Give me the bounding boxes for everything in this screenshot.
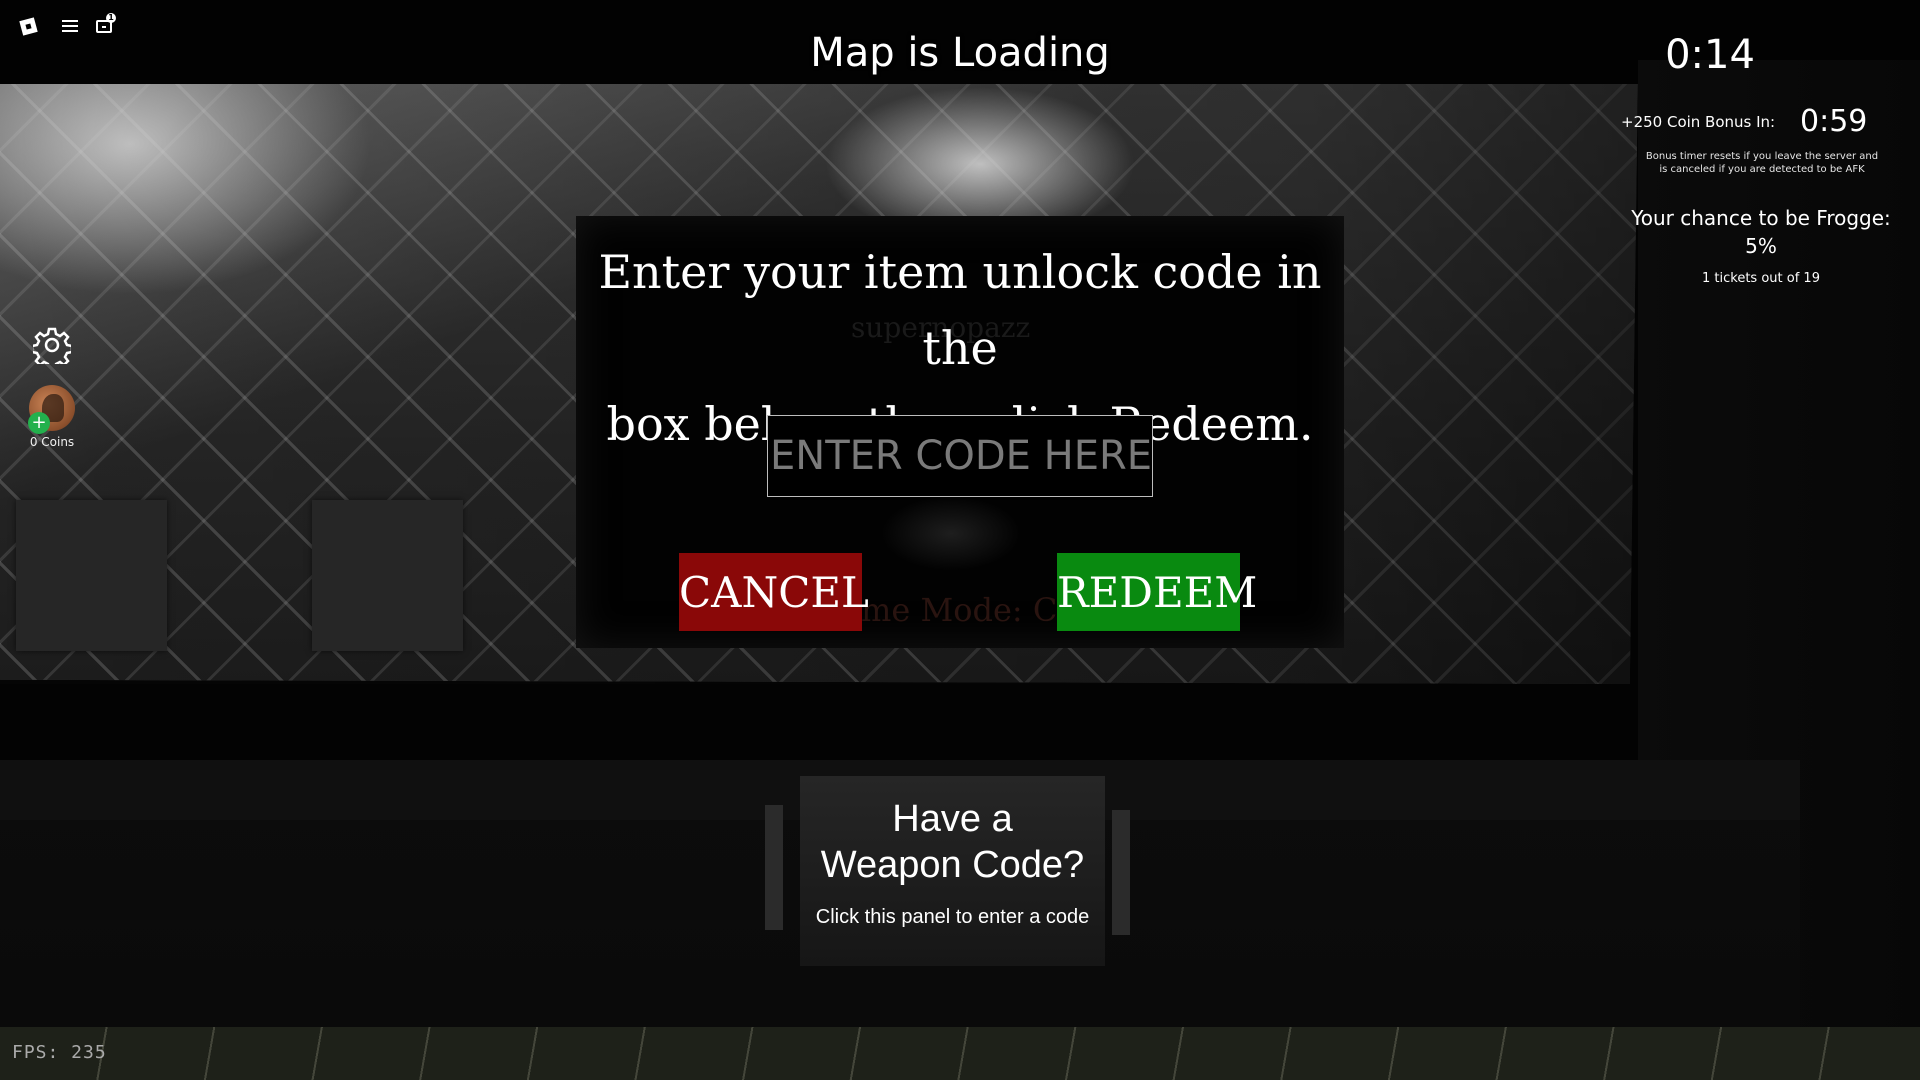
wooden-floor (0, 1027, 1920, 1080)
background-emblem (881, 496, 1021, 571)
coin-balance: 0 Coins (29, 435, 75, 449)
cancel-button[interactable]: CANCEL (679, 553, 869, 631)
gear-icon (30, 327, 74, 371)
wall-display-box (312, 500, 463, 651)
panel-bracket-left (765, 805, 783, 930)
ticket-count: 1 tickets out of 19 (1702, 271, 1820, 286)
add-coins-button[interactable]: + (28, 412, 50, 434)
redeem-code-dialog: supernopazz me Mode: Cla Enter your item… (576, 216, 1344, 648)
bonus-note: Bonus timer resets if you leave the serv… (1645, 151, 1879, 175)
wall-display-box (16, 500, 167, 651)
weapon-panel-subtitle: Click this panel to enter a code (815, 906, 1090, 928)
fps-counter: FPS: 235 (12, 1042, 107, 1063)
settings-button[interactable] (30, 326, 74, 371)
weapon-panel-title: Have a Weapon Code? (820, 798, 1085, 886)
code-input[interactable] (767, 415, 1153, 497)
background-game-mode: me Mode: Cla (861, 591, 1087, 629)
frogge-percent: 5% (1745, 234, 1777, 258)
bonus-timer: 0:59 (1800, 104, 1868, 139)
redeem-button[interactable]: REDEEM (1057, 553, 1257, 631)
bonus-label: +250 Coin Bonus In: (1621, 113, 1776, 131)
round-timer: 0:14 (1665, 32, 1755, 78)
map-status: Map is Loading (810, 30, 1110, 76)
chat-notification-badge: 1 (106, 13, 116, 23)
wall-gap (0, 684, 1638, 760)
frogge-chance: Your chance to be Frogge: 5% (1631, 206, 1891, 258)
panel-bracket-right (1112, 810, 1130, 935)
weapon-code-panel[interactable]: Have a Weapon Code? Click this panel to … (800, 776, 1105, 966)
